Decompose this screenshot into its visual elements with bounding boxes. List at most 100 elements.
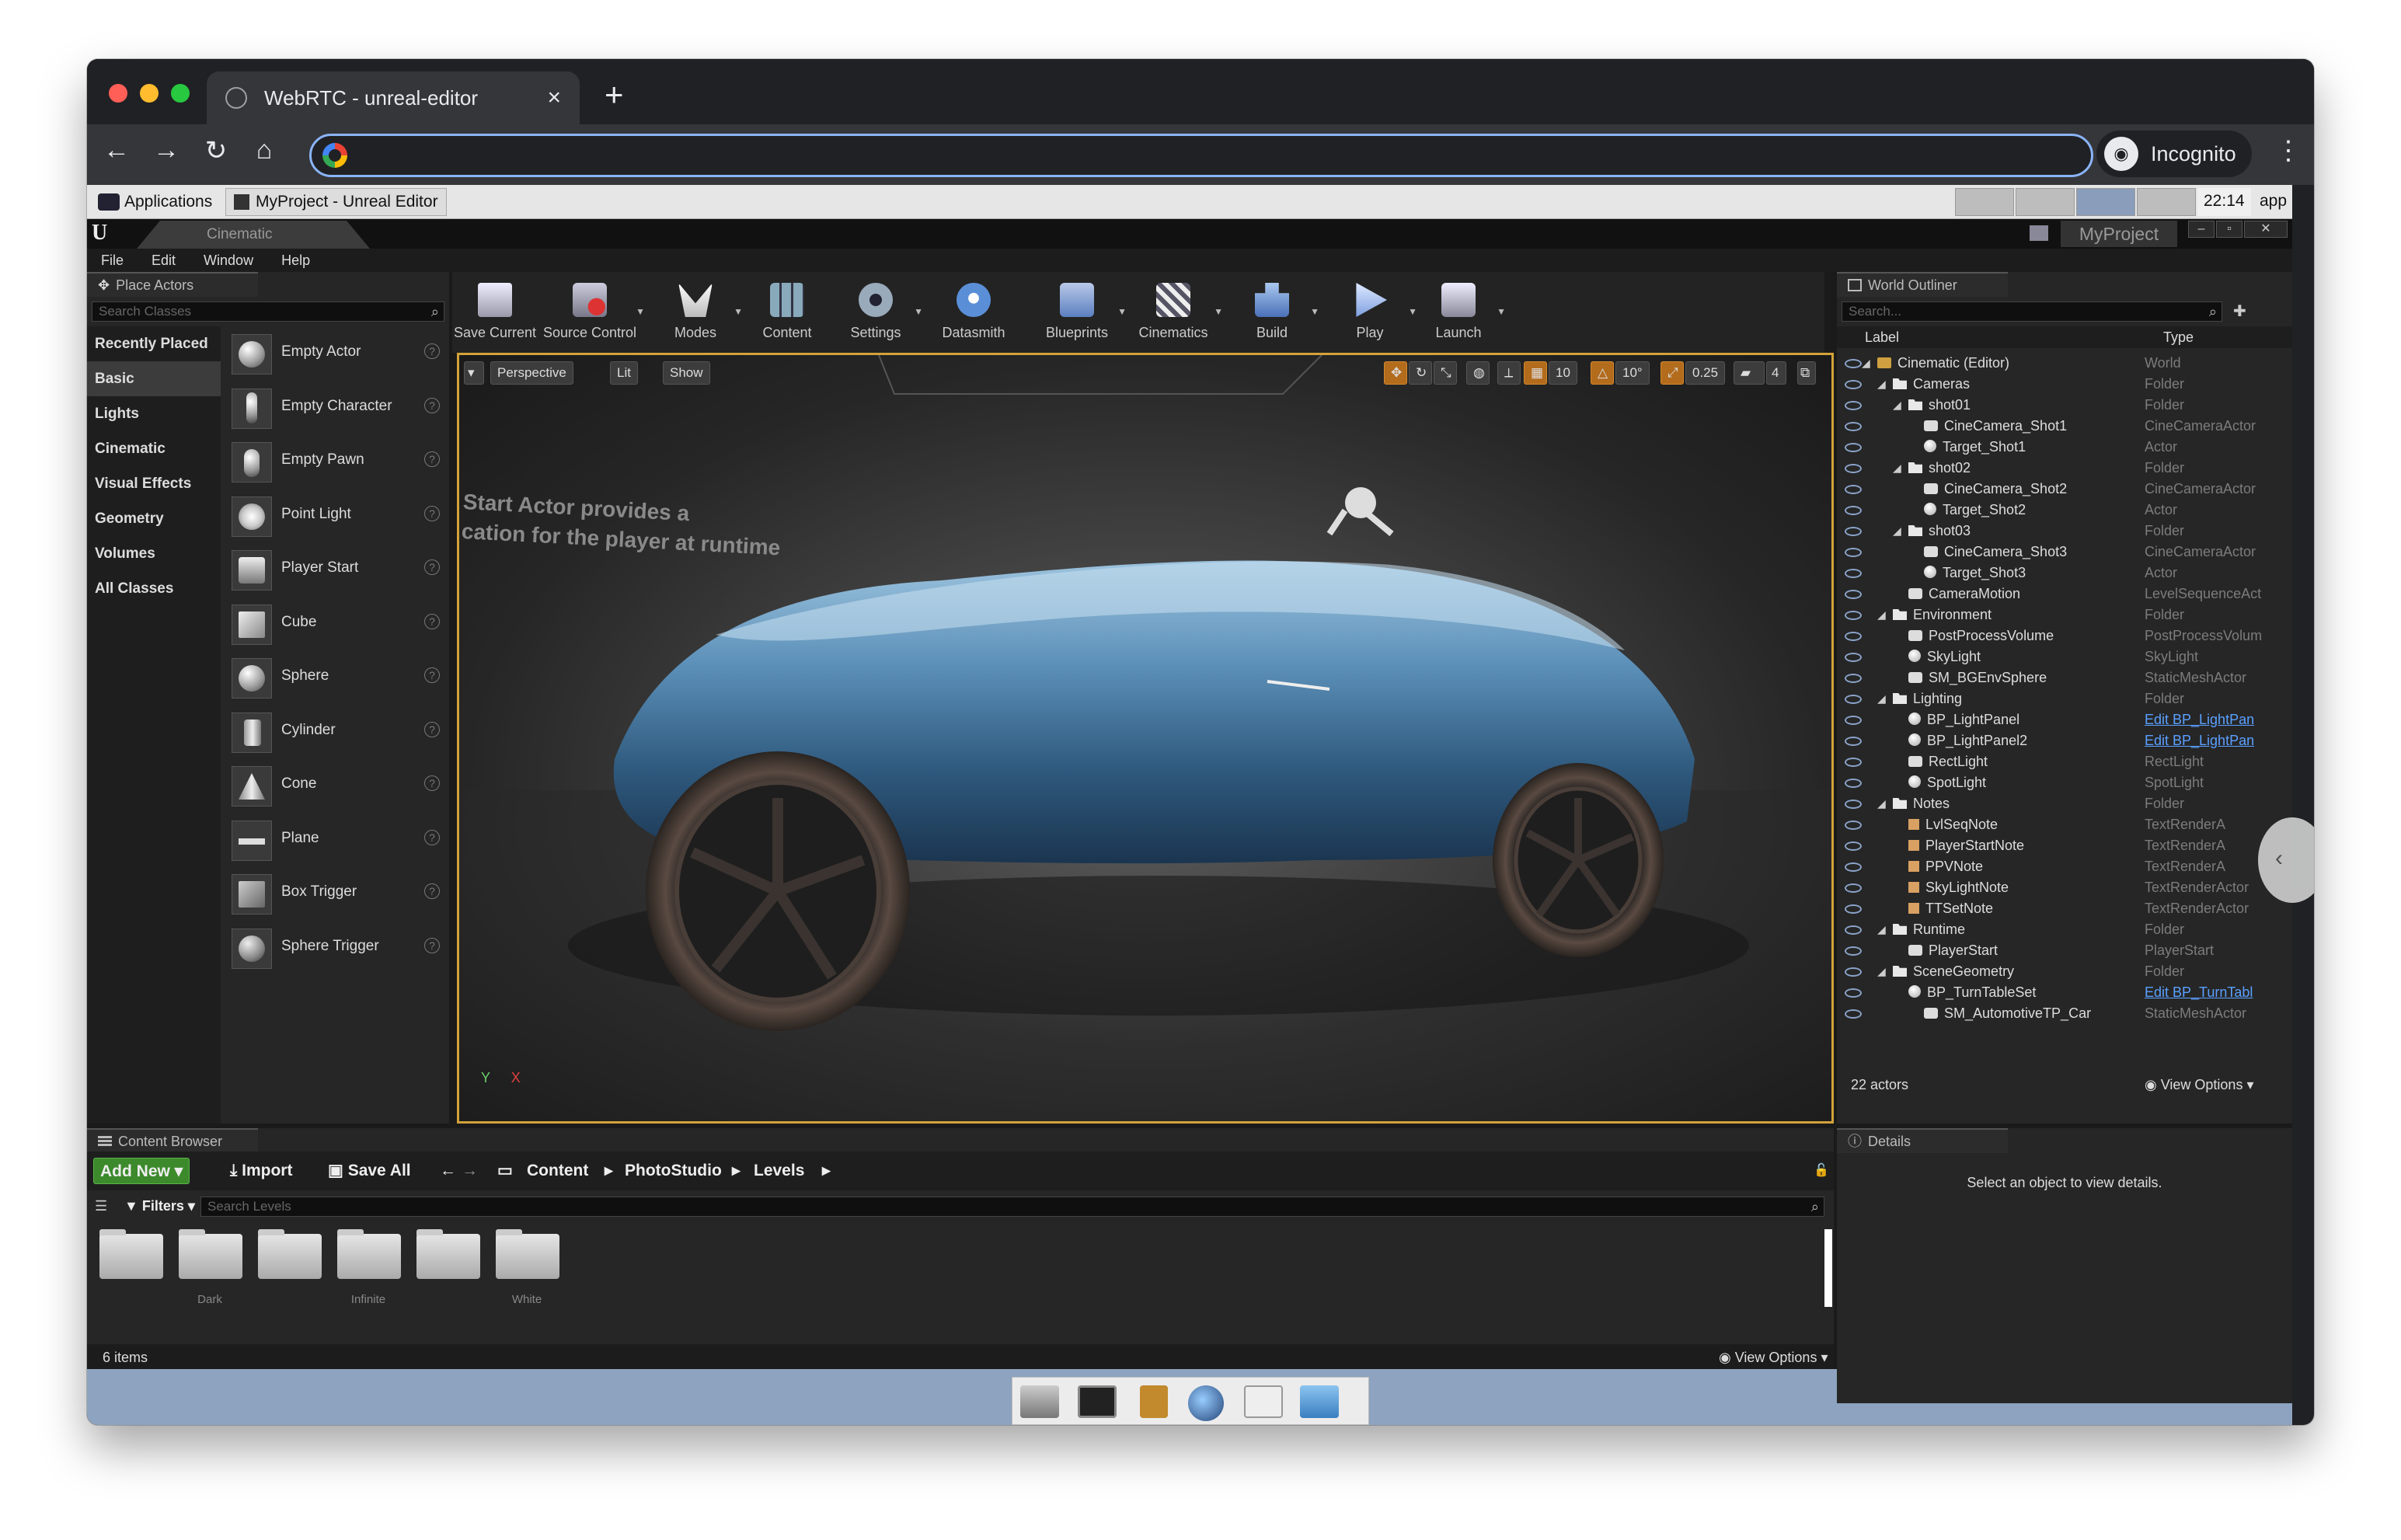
world-space-icon[interactable]: ◍ [1466, 361, 1490, 385]
web-browser-icon[interactable] [1188, 1385, 1224, 1421]
datasmith-button[interactable]: Datasmith [931, 275, 1016, 341]
outliner-row[interactable]: PostProcessVolume PostProcessVolum [1837, 625, 2292, 646]
outliner-row[interactable]: ◢ SceneGeometry Folder [1837, 961, 2292, 982]
help-icon[interactable]: ? [424, 829, 440, 845]
chevron-down-icon[interactable]: ▼ [1497, 306, 1506, 317]
search-classes-input[interactable]: Search Classes ⌕ [92, 301, 444, 322]
content-browser-tab[interactable]: Content Browser [87, 1128, 258, 1153]
save-all-button[interactable]: ▣ Save All [322, 1158, 417, 1184]
eye-icon[interactable] [1845, 821, 1862, 830]
ue-close-button[interactable]: ✕ [2244, 221, 2288, 238]
category-lights[interactable]: Lights [87, 396, 221, 431]
outliner-row[interactable]: SkyLightNote TextRenderActor [1837, 877, 2292, 898]
scale-snap-icon[interactable]: ⤢ [1660, 361, 1684, 385]
lock-icon[interactable]: 🔓 [1814, 1158, 1829, 1184]
outliner-row[interactable]: Target_Shot3 Actor [1837, 563, 2292, 584]
surface-snap-icon[interactable]: ⟂ [1497, 361, 1521, 385]
menu-file[interactable]: File [101, 253, 124, 269]
eye-icon[interactable] [1845, 548, 1862, 557]
actor-item-empty-pawn[interactable]: Empty Pawn? [224, 434, 446, 489]
folder-item[interactable] [416, 1229, 480, 1279]
outliner-row[interactable]: PlayerStartNote TextRenderA [1837, 835, 2292, 856]
outliner-row[interactable]: ◢ Environment Folder [1837, 605, 2292, 625]
history-forward-button[interactable]: → [455, 1158, 484, 1184]
outliner-row[interactable]: CameraMotion LevelSequenceActo [1837, 584, 2292, 605]
play-button[interactable]: Play ▼ [1327, 275, 1417, 341]
expand-arrow-icon[interactable]: ◢ [1893, 521, 1901, 542]
help-icon[interactable]: ? [424, 775, 440, 791]
outliner-row[interactable]: BP_LightPanel Edit BP_LightPan [1837, 709, 2292, 730]
perspective-button[interactable]: Perspective [490, 361, 573, 385]
camera-speed-value[interactable]: 4 [1766, 361, 1786, 385]
help-icon[interactable]: ? [424, 937, 440, 953]
eye-icon[interactable] [1845, 758, 1862, 767]
category-basic[interactable]: Basic [87, 361, 221, 396]
outliner-row[interactable]: PlayerStart PlayerStart [1837, 940, 2292, 961]
eye-icon[interactable] [1845, 422, 1862, 431]
category-geometry[interactable]: Geometry [87, 501, 221, 536]
expand-arrow-icon[interactable]: ◢ [1877, 688, 1886, 709]
help-icon[interactable]: ? [424, 883, 440, 899]
browser-tab[interactable]: WebRTC - unreal-editor × [207, 71, 580, 124]
folder-item[interactable] [179, 1229, 242, 1279]
app-finder-icon[interactable] [1244, 1385, 1283, 1418]
outliner-row[interactable]: ◢ shot02 Folder [1837, 458, 2292, 479]
source-control-button[interactable]: Source Control ▼ [539, 275, 645, 341]
forward-arrow-icon[interactable]: → [149, 135, 183, 165]
help-icon[interactable]: ? [424, 667, 440, 683]
reload-icon[interactable]: ↻ [199, 135, 233, 166]
scale-tool-icon[interactable]: ⤡ [1434, 361, 1457, 385]
eye-icon[interactable] [1845, 716, 1862, 725]
workspace-4[interactable] [2137, 188, 2196, 216]
help-icon[interactable]: ? [424, 559, 440, 575]
eye-icon[interactable] [1845, 632, 1862, 641]
chevron-down-icon[interactable]: ▼ [734, 306, 743, 317]
world-outliner-tab[interactable]: World Outliner [1837, 272, 2008, 297]
outliner-row[interactable]: SM_AutomotiveTP_Car StaticMeshActor [1837, 1003, 2292, 1024]
outliner-row[interactable]: ◢ Runtime Folder [1837, 919, 2292, 940]
incognito-indicator[interactable]: ◉ Incognito [2096, 131, 2252, 177]
actor-item-sphere-trigger[interactable]: Sphere Trigger? [224, 921, 446, 975]
zoom-window-button[interactable] [171, 84, 190, 103]
notes-icon[interactable] [1140, 1385, 1168, 1418]
actor-item-sphere[interactable]: Sphere? [224, 650, 446, 705]
help-icon[interactable]: ? [424, 505, 440, 521]
outliner-row[interactable]: ◢ shot01 Folder [1837, 395, 2292, 416]
add-new-button[interactable]: Add New ▾ [93, 1158, 190, 1184]
eye-icon[interactable] [1845, 464, 1862, 473]
category-recently-placed[interactable]: Recently Placed [87, 326, 221, 361]
chevron-down-icon[interactable]: ▼ [1117, 306, 1127, 317]
chevron-down-icon[interactable]: ▼ [914, 306, 923, 317]
content-button[interactable]: Content [744, 275, 830, 341]
level-viewport[interactable]: Start Actor provides a cation for the pl… [457, 353, 1834, 1124]
eye-icon[interactable] [1845, 737, 1862, 746]
close-window-button[interactable] [109, 84, 127, 103]
breadcrumb-photostudio[interactable]: PhotoStudio [625, 1158, 722, 1184]
actor-item-cube[interactable]: Cube? [224, 597, 446, 651]
category-cinematic[interactable]: Cinematic [87, 431, 221, 466]
help-icon[interactable]: ? [424, 613, 440, 629]
eye-icon[interactable] [1845, 485, 1862, 494]
workspace-2[interactable] [2016, 188, 2075, 216]
outliner-row[interactable]: CineCamera_Shot2 CineCameraActor [1837, 479, 2292, 500]
applications-menu[interactable]: Applications [90, 188, 220, 216]
outliner-row[interactable]: LvlSeqNote TextRenderA [1837, 814, 2292, 835]
eye-icon[interactable] [1845, 590, 1862, 599]
build-button[interactable]: Build ▼ [1229, 275, 1319, 341]
help-icon[interactable]: ? [424, 721, 440, 737]
blueprints-button[interactable]: Blueprints ▼ [1032, 275, 1127, 341]
file-manager-icon[interactable] [1300, 1385, 1339, 1418]
browser-menu-icon[interactable]: ⋮ [2275, 135, 2302, 166]
lit-button[interactable]: Lit [610, 361, 638, 385]
breadcrumb-levels[interactable]: Levels [754, 1158, 804, 1184]
help-icon[interactable]: ? [424, 451, 440, 467]
grid-snap-icon[interactable]: ▦ [1524, 361, 1547, 385]
close-tab-icon[interactable]: × [547, 85, 561, 111]
outliner-row[interactable]: Target_Shot2 Actor [1837, 500, 2292, 521]
outliner-row[interactable]: ◢ shot03 Folder [1837, 521, 2292, 542]
expand-arrow-icon[interactable]: ◢ [1862, 353, 1870, 374]
place-actors-tab[interactable]: ✥ Place Actors [87, 272, 258, 297]
eye-icon[interactable] [1845, 904, 1862, 914]
rotation-snap-icon[interactable]: △ [1591, 361, 1614, 385]
eye-icon[interactable] [1845, 862, 1862, 872]
